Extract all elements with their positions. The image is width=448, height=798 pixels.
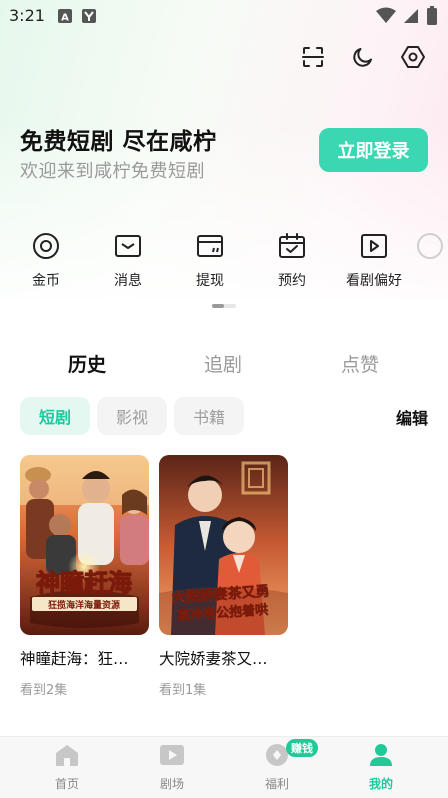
scan-icon[interactable]: [298, 42, 328, 72]
quick-item-coins[interactable]: 金币: [6, 231, 86, 290]
signal-icon: [402, 7, 420, 29]
quick-item-reservation[interactable]: 预约: [252, 231, 332, 290]
nav-item-theater[interactable]: 剧场: [137, 743, 207, 792]
nav-item-home[interactable]: 首页: [32, 743, 102, 792]
card-progress: 看到2集: [20, 683, 68, 698]
poster-title: 神瞳赶海: [36, 569, 132, 597]
quick-item-label: 提现: [196, 273, 224, 289]
page-indicator-active: [212, 304, 224, 308]
nav-label: 福利: [264, 777, 289, 791]
poster-image: 大院娇妻茶又勇 高冷老公抱着哄: [159, 455, 288, 635]
welcome-subtitle: 欢迎来到咸柠免费短剧: [20, 161, 205, 182]
wallet-icon: [195, 231, 225, 261]
card-progress: 看到1集: [159, 683, 207, 698]
coin-icon: [31, 231, 61, 261]
more-icon: [416, 231, 446, 261]
tab-following[interactable]: 追剧: [204, 350, 242, 377]
quick-item-label: 金币: [32, 273, 60, 289]
edit-button[interactable]: 编辑: [396, 405, 428, 429]
earn-badge: 赚钱: [286, 739, 318, 757]
login-button[interactable]: 立即登录: [319, 128, 428, 172]
card-title: 神瞳赶海：狂…: [20, 650, 129, 668]
quick-item-label: 预约: [278, 273, 306, 289]
status-time: 3:21: [9, 6, 45, 25]
quick-item-label: 消息: [114, 273, 142, 289]
poster-subtitle: 狂揽海洋海量资源: [48, 599, 120, 611]
nav-label: 我的: [368, 777, 393, 791]
nav-label: 剧场: [159, 777, 184, 791]
battery-icon: [426, 6, 438, 30]
bottom-nav: 首页 剧场 福利 我的: [0, 736, 448, 798]
chip-short-drama[interactable]: 短剧: [20, 397, 90, 435]
header-actions: [298, 42, 428, 72]
chip-books[interactable]: 书籍: [174, 397, 244, 435]
history-card[interactable]: 大院娇妻茶又勇 高冷老公抱着哄 大院娇妻茶又… 看到1集: [159, 455, 288, 698]
settings-icon[interactable]: [398, 42, 428, 72]
calendar-icon: [277, 231, 307, 261]
mail-icon: [113, 231, 143, 261]
nav-label: 首页: [54, 777, 79, 791]
status-bar: 3:21 A: [0, 0, 448, 32]
poster-image: 神瞳赶海 狂揽海洋海量资源: [20, 455, 149, 635]
quick-menu: 金币 消息 提现 预约 看剧偏好: [0, 231, 448, 301]
play-icon: [359, 231, 389, 261]
moon-icon[interactable]: [348, 42, 378, 72]
quick-item-withdraw[interactable]: 提现: [170, 231, 250, 290]
card-title: 大院娇妻茶又…: [159, 650, 268, 668]
svg-text:A: A: [61, 13, 69, 24]
y-box-icon: [81, 8, 97, 28]
tab-likes[interactable]: 点赞: [341, 350, 379, 377]
history-card[interactable]: 神瞳赶海 狂揽海洋海量资源 神瞳赶海：狂… 看到2集: [20, 455, 149, 698]
quick-item-more[interactable]: [416, 231, 448, 261]
quick-item-preferences[interactable]: 看剧偏好: [334, 231, 414, 290]
quick-item-label: 看剧偏好: [346, 273, 402, 289]
welcome-title: 免费短剧 尽在咸柠: [20, 129, 217, 155]
tab-history[interactable]: 历史: [68, 350, 106, 377]
a-box-icon: A: [57, 8, 73, 28]
quick-item-messages[interactable]: 消息: [88, 231, 168, 290]
user-icon: [368, 743, 394, 771]
wifi-icon: [376, 7, 396, 29]
home-icon: [54, 743, 80, 771]
theater-icon: [159, 743, 185, 771]
nav-item-mine[interactable]: 我的: [346, 743, 416, 792]
chip-movies[interactable]: 影视: [97, 397, 167, 435]
